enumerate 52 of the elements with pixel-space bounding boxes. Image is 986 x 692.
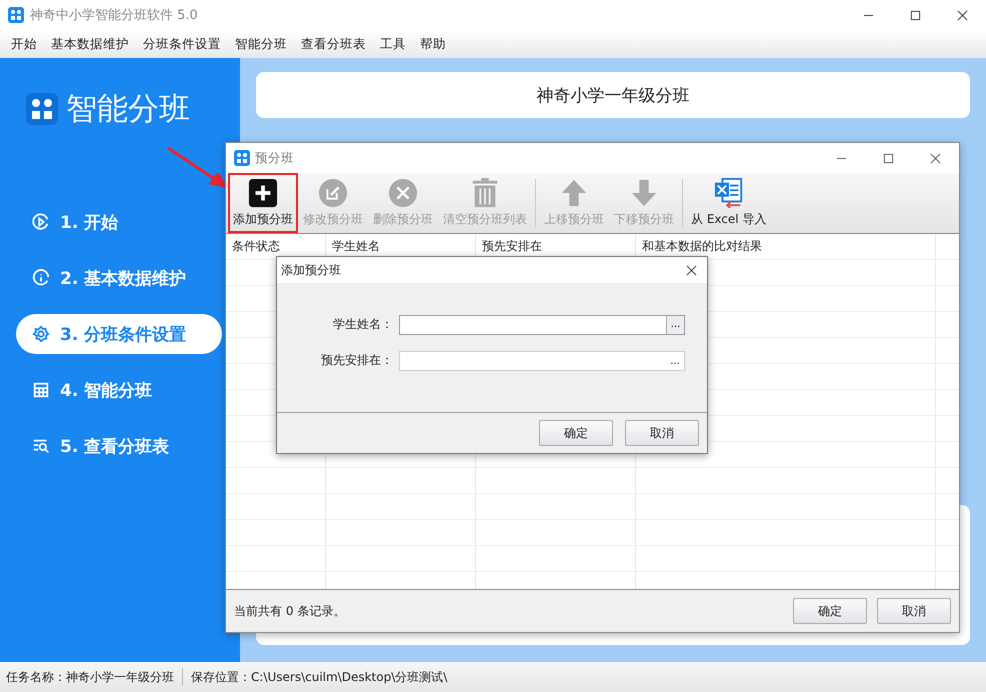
maximize-icon[interactable] — [910, 10, 921, 20]
project-title-card: 神奇小学一年级分班 — [256, 72, 970, 118]
maximize-icon[interactable] — [883, 152, 894, 164]
record-count: 当前共有 0 条记录。 — [234, 602, 346, 620]
down-arrow-icon — [629, 178, 659, 208]
app-logo-icon — [26, 93, 58, 125]
dialog-title: 预分班 — [255, 150, 294, 166]
task-name: 任务名称：神奇小学一年级分班 — [6, 668, 174, 686]
menu-item[interactable]: 基本数据维护 — [44, 34, 136, 54]
menu-item[interactable]: 开始 — [4, 34, 44, 54]
plus-icon — [248, 178, 278, 208]
ok-button[interactable]: 确定 — [793, 598, 867, 624]
close-icon[interactable] — [930, 152, 941, 164]
sidebar-item[interactable]: 1. 开始 — [16, 202, 222, 242]
sidebar-item[interactable]: 4. 智能分班 — [16, 370, 222, 410]
save-location: 保存位置：C:\Users\cuilm\Desktop\分班测试\ — [191, 668, 448, 686]
toolbar-button[interactable]: 从 Excel 导入 — [686, 173, 772, 233]
spreadsheet-icon — [714, 178, 744, 208]
sidebar-item[interactable]: 5. 查看分班表 — [16, 426, 222, 466]
input-field[interactable]: ... — [399, 350, 685, 370]
dropdown-button[interactable]: ... — [666, 352, 684, 370]
up-arrow-icon — [559, 178, 589, 208]
delete-icon — [388, 178, 418, 208]
cancel-button[interactable]: 取消 — [877, 598, 951, 624]
app-logo-icon — [8, 7, 24, 23]
app-logo-icon — [234, 150, 250, 166]
info-icon — [32, 269, 50, 287]
menu-item[interactable]: 工具 — [373, 34, 413, 54]
cancel-button[interactable]: 取消 — [625, 420, 699, 446]
search-icon — [32, 437, 50, 455]
field-label: 学生姓名： — [332, 316, 394, 333]
sidebar-title: 智能分班 — [66, 90, 190, 129]
edit-icon — [318, 178, 348, 208]
dialog-title: 添加预分班 — [281, 262, 341, 278]
menu-item[interactable]: 智能分班 — [228, 34, 294, 54]
menu-item[interactable]: 帮助 — [413, 34, 453, 54]
play-icon — [32, 213, 50, 231]
ok-button[interactable]: 确定 — [539, 420, 613, 446]
toolbar-button[interactable]: 添加预分班 — [228, 173, 298, 233]
close-icon[interactable] — [686, 264, 697, 276]
settings-icon — [32, 325, 50, 343]
trash-icon — [470, 178, 500, 208]
input-field[interactable]: ... — [399, 314, 685, 334]
menu-item[interactable]: 分班条件设置 — [136, 34, 228, 54]
sidebar-item[interactable]: 2. 基本数据维护 — [16, 258, 222, 298]
table-icon — [32, 381, 50, 399]
menu-item[interactable]: 查看分班表 — [294, 34, 373, 54]
close-icon[interactable] — [957, 10, 968, 20]
window-title: 神奇中小学智能分班软件 5.0 — [30, 7, 198, 24]
browse-button[interactable]: ... — [666, 316, 684, 334]
field-label: 预先安排在： — [320, 352, 394, 369]
sidebar-item[interactable]: 3. 分班条件设置 — [16, 314, 222, 354]
